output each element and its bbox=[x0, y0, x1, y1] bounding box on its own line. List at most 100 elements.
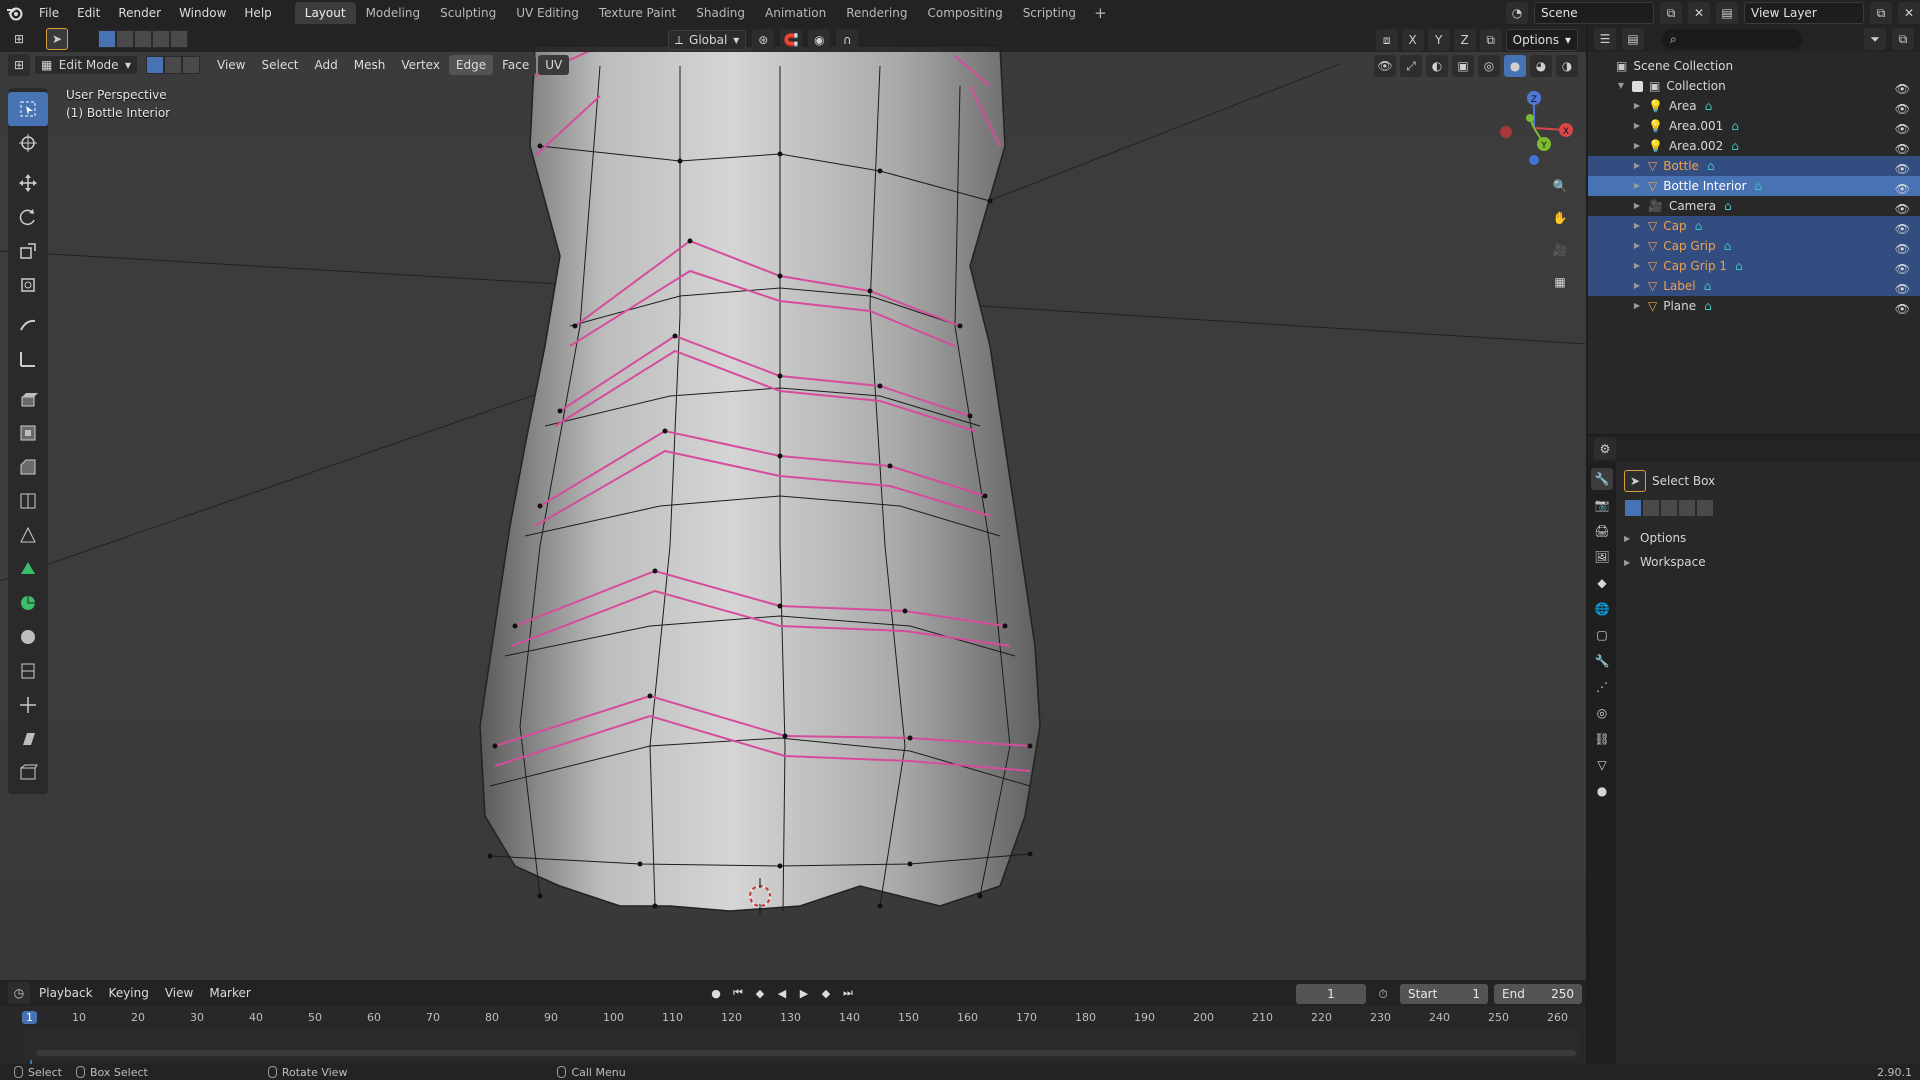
scene-tab-icon[interactable]: ◆ bbox=[1591, 572, 1613, 594]
camera-view-icon[interactable]: 🎥 bbox=[1546, 236, 1574, 264]
material-shading-icon[interactable]: ◕ bbox=[1530, 55, 1552, 77]
jump-start-icon[interactable]: ⏮ bbox=[728, 983, 748, 1003]
prev-keyframe-icon[interactable]: ◆ bbox=[750, 983, 770, 1003]
axis-z-toggle[interactable]: Z bbox=[1453, 29, 1476, 51]
navigation-gizmo[interactable]: Z X Y bbox=[1494, 88, 1574, 168]
tab-layout[interactable]: Layout bbox=[294, 2, 356, 24]
physics-tab-icon[interactable]: ◎ bbox=[1591, 702, 1613, 724]
expand-triangle-icon[interactable]: ▶ bbox=[1632, 216, 1642, 236]
expand-triangle-icon[interactable]: ▼ bbox=[1616, 76, 1626, 96]
ortho-grid-icon[interactable]: ▦ bbox=[1546, 268, 1574, 296]
tab-rendering[interactable]: Rendering bbox=[836, 2, 917, 24]
tab-animation[interactable]: Animation bbox=[755, 2, 836, 24]
play-reverse-icon[interactable]: ◀ bbox=[772, 983, 792, 1003]
shear-tool-icon[interactable] bbox=[8, 722, 48, 756]
rendered-shading-icon[interactable]: ◑ bbox=[1556, 55, 1578, 77]
mode-dropdown[interactable]: ▦ Edit Mode ▾ bbox=[34, 55, 138, 75]
scene-collection-row[interactable]: ▣ Scene Collection bbox=[1588, 56, 1920, 76]
play-icon[interactable]: ▶ bbox=[794, 983, 814, 1003]
select-subtract-icon[interactable] bbox=[134, 30, 152, 48]
world-tab-icon[interactable]: 🌐 bbox=[1591, 598, 1613, 620]
render-properties-tab-icon[interactable]: 📷 bbox=[1591, 494, 1613, 516]
new-view-layer-icon[interactable]: ⧉ bbox=[1870, 2, 1892, 24]
tab-compositing[interactable]: Compositing bbox=[917, 2, 1012, 24]
checkbox-icon[interactable] bbox=[1632, 80, 1643, 92]
view-layer-field[interactable]: View Layer bbox=[1744, 2, 1864, 24]
select-new-icon[interactable] bbox=[98, 30, 116, 48]
mode-intersect-icon[interactable] bbox=[1696, 499, 1714, 517]
data-tab-icon[interactable]: ▽ bbox=[1591, 754, 1613, 776]
material-tab-icon[interactable]: ● bbox=[1591, 780, 1613, 802]
edge-slide-tool-icon[interactable] bbox=[8, 654, 48, 688]
menu-view[interactable]: View bbox=[210, 55, 252, 75]
particles-tab-icon[interactable]: ⋰ bbox=[1591, 676, 1613, 698]
expand-triangle-icon[interactable]: ▶ bbox=[1632, 296, 1642, 316]
outliner-item[interactable]: ▶ ▽ Cap ⌂ 👁 bbox=[1588, 216, 1920, 236]
mirror-icon[interactable]: ⧈ bbox=[1375, 29, 1398, 51]
outliner-item[interactable]: ▶ ▽ Cap Grip 1 ⌂ 👁 bbox=[1588, 256, 1920, 276]
expand-triangle-icon[interactable]: ▶ bbox=[1632, 116, 1642, 136]
delete-view-layer-icon[interactable]: ✕ bbox=[1898, 2, 1920, 24]
menu-render[interactable]: Render bbox=[109, 0, 170, 26]
menu-mesh[interactable]: Mesh bbox=[347, 55, 393, 75]
solid-shading-icon[interactable]: ● bbox=[1504, 55, 1526, 77]
expand-triangle-icon[interactable]: ▶ bbox=[1632, 176, 1642, 196]
outliner-item[interactable]: ▶ 🎥 Camera ⌂ 👁 bbox=[1588, 196, 1920, 216]
select-mode-buttons[interactable] bbox=[1624, 499, 1714, 517]
new-collection-icon[interactable]: ⧉ bbox=[1892, 28, 1914, 50]
outliner-item[interactable]: ▶ ▽ Bottle Interior ⌂ 👁 bbox=[1588, 176, 1920, 196]
scene-field[interactable]: Scene bbox=[1534, 2, 1654, 24]
axis-x-toggle[interactable]: X bbox=[1401, 29, 1424, 51]
output-properties-tab-icon[interactable]: 🖨 bbox=[1591, 520, 1613, 542]
display-mode-icon[interactable]: ▤ bbox=[1622, 28, 1644, 50]
select-intersect-icon[interactable] bbox=[170, 30, 188, 48]
menu-uv[interactable]: UV bbox=[538, 55, 570, 75]
expand-triangle-icon[interactable]: ▶ bbox=[1632, 96, 1642, 116]
cursor-tool-icon[interactable] bbox=[8, 126, 48, 160]
3d-viewport[interactable]: ⊞ ➤ ⟂ Global ▾ ⊛ 🧲 ◉ ∩ ⧈ X Y Z ⧉ Options ▾ … bbox=[0, 26, 1586, 980]
timeline-ruler[interactable]: 1 10 20 30 40 50 60 70 80 90 100 110 120 130 140 150 160… bbox=[0, 1008, 1586, 1064]
jump-end-icon[interactable]: ⏭ bbox=[838, 983, 858, 1003]
zoom-icon[interactable]: 🔍 bbox=[1546, 172, 1574, 200]
outliner-editor-type-icon[interactable]: ☰ bbox=[1594, 28, 1616, 50]
outliner-search-input[interactable]: ⌕ bbox=[1662, 29, 1802, 49]
viewport-scene[interactable] bbox=[0, 26, 1586, 980]
expand-triangle-icon[interactable]: ▶ bbox=[1632, 236, 1642, 256]
options-panel[interactable]: ▶ Options bbox=[1624, 526, 1916, 550]
collection-row[interactable]: ▼ ▣ Collection 👁 bbox=[1588, 76, 1920, 96]
rip-region-tool-icon[interactable] bbox=[8, 756, 48, 790]
proportional-edit-icon[interactable]: ◉ bbox=[808, 29, 831, 51]
menu-edit[interactable]: Edit bbox=[68, 0, 109, 26]
mode-extend-icon[interactable] bbox=[1642, 499, 1660, 517]
outliner-item[interactable]: ▶ ▽ Label ⌂ 👁 bbox=[1588, 276, 1920, 296]
next-keyframe-icon[interactable]: ◆ bbox=[816, 983, 836, 1003]
mode-set-icon[interactable] bbox=[1624, 499, 1642, 517]
mode-subtract-icon[interactable] bbox=[1660, 499, 1678, 517]
tab-sculpting[interactable]: Sculpting bbox=[430, 2, 506, 24]
record-icon[interactable]: ● bbox=[706, 983, 726, 1003]
mesh-select-mode[interactable] bbox=[146, 56, 200, 74]
scene-icon[interactable]: ◔ bbox=[1506, 2, 1528, 24]
outliner-item[interactable]: ▶ 💡 Area.002 ⌂ 👁 bbox=[1588, 136, 1920, 156]
tab-shading[interactable]: Shading bbox=[686, 2, 755, 24]
expand-triangle-icon[interactable]: ▶ bbox=[1632, 136, 1642, 156]
menu-keying[interactable]: Keying bbox=[102, 986, 156, 1000]
knife-tool-icon[interactable] bbox=[8, 518, 48, 552]
menu-help[interactable]: Help bbox=[235, 0, 280, 26]
select-extend-icon[interactable] bbox=[116, 30, 134, 48]
select-tool-icon[interactable]: ➤ bbox=[46, 28, 68, 50]
start-frame-field[interactable]: Start 1 bbox=[1400, 984, 1488, 1004]
axis-y-toggle[interactable]: Y bbox=[1427, 29, 1450, 51]
menu-view[interactable]: View bbox=[158, 986, 200, 1000]
face-select-icon[interactable] bbox=[182, 56, 200, 74]
tab-scripting[interactable]: Scripting bbox=[1013, 2, 1086, 24]
menu-marker[interactable]: Marker bbox=[202, 986, 257, 1000]
scale-tool-icon[interactable] bbox=[8, 234, 48, 268]
editor-type-icon[interactable]: ⊞ bbox=[8, 28, 30, 50]
menu-file[interactable]: File bbox=[30, 0, 68, 26]
auto-merge-icon[interactable]: ⧉ bbox=[1479, 29, 1502, 51]
timeline-editor-type-icon[interactable]: ◷ bbox=[8, 982, 30, 1004]
annotate-tool-icon[interactable] bbox=[8, 308, 48, 342]
mode-invert-icon[interactable] bbox=[1678, 499, 1696, 517]
visibility-icon[interactable]: 👁 bbox=[1374, 55, 1396, 77]
